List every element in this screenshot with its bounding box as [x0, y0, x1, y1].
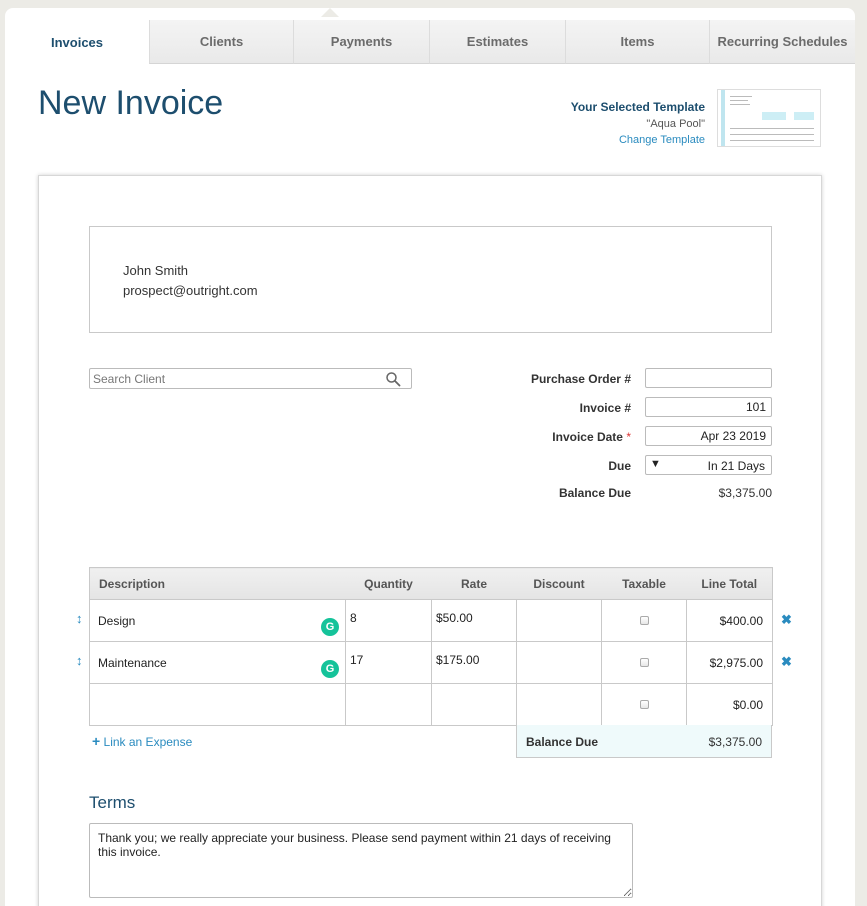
thumb-line	[730, 100, 748, 101]
thumb-line	[730, 128, 814, 129]
due-label: Due	[608, 459, 631, 473]
rate-cell[interactable]: $50.00	[431, 599, 517, 642]
invoice-date-input[interactable]	[645, 426, 772, 446]
search-client-input[interactable]	[90, 369, 370, 388]
client-email: prospect@outright.com	[123, 283, 258, 298]
taxable-checkbox[interactable]	[639, 699, 649, 709]
change-template-link[interactable]: Change Template	[571, 134, 705, 146]
taxable-cell	[601, 683, 687, 726]
required-marker: *	[626, 430, 631, 444]
header-taxable: Taxable	[601, 567, 687, 600]
quantity-cell[interactable]: 8	[345, 599, 432, 642]
invoice-date-label-text: Invoice Date	[552, 430, 623, 444]
taxable-checkbox[interactable]	[639, 615, 649, 625]
thumb-stripe	[721, 90, 725, 146]
header-description: Description	[89, 567, 346, 600]
thumb-line	[730, 96, 752, 97]
template-thumbnail[interactable]	[717, 89, 821, 147]
line-total-cell: $0.00	[686, 683, 773, 726]
terms-heading: Terms	[89, 793, 136, 812]
link-expense-label: Link an Expense	[103, 735, 193, 749]
discount-cell[interactable]	[516, 599, 602, 642]
line-total-cell: $2,975.00	[686, 641, 773, 684]
due-value: In 21 Days	[707, 459, 765, 473]
app-window: Invoices Clients Payments Estimates Item…	[5, 8, 855, 906]
tab-payments[interactable]: Payments	[293, 20, 429, 64]
discount-cell[interactable]	[516, 641, 602, 684]
search-client-box	[89, 368, 412, 389]
remove-row-icon[interactable]: ✖	[781, 612, 792, 628]
thumb-block	[794, 112, 814, 120]
link-expense-link[interactable]: + Link an Expense	[92, 733, 192, 749]
plus-icon: +	[92, 733, 101, 749]
line-items-table: Description Quantity Rate Discount Taxab…	[89, 567, 773, 726]
page-title: New Invoice	[38, 84, 224, 122]
description-text: Design	[98, 613, 136, 628]
invoice-card: John Smith prospect@outright.com Purchas…	[38, 175, 822, 906]
quantity-cell[interactable]: 17	[345, 641, 432, 684]
drag-handle-icon[interactable]: ↕	[76, 611, 83, 626]
header-line-total: Line Total	[686, 567, 773, 600]
description-cell[interactable]: Maintenance G	[89, 641, 346, 684]
tab-notch	[321, 8, 339, 17]
header-rate: Rate	[431, 567, 517, 600]
description-cell[interactable]: Design G	[89, 599, 346, 642]
tab-recurring-schedules[interactable]: Recurring Schedules	[709, 20, 855, 64]
table-row: Maintenance G 17 $175.00 $2,975.00	[89, 641, 773, 684]
client-name: John Smith	[123, 263, 189, 278]
main-tabs: Invoices Clients Payments Estimates Item…	[5, 20, 855, 64]
taxable-cell	[601, 641, 687, 684]
taxable-cell	[601, 599, 687, 642]
thumb-line	[730, 140, 814, 141]
summary-balance-label: Balance Due	[526, 735, 599, 749]
invoice-number-input[interactable]	[645, 397, 772, 417]
table-row: $0.00	[89, 683, 773, 726]
purchase-order-label: Purchase Order #	[530, 372, 631, 386]
thumb-line	[730, 104, 750, 105]
template-label: Your Selected Template	[570, 100, 705, 114]
drag-handle-icon[interactable]: ↕	[76, 653, 83, 668]
purchase-order-input[interactable]	[645, 368, 772, 388]
client-address-box[interactable]: John Smith prospect@outright.com	[89, 226, 772, 333]
thumb-line	[730, 134, 814, 135]
header-quantity: Quantity	[345, 567, 432, 600]
template-info: Your Selected Template "Aqua Pool" Chang…	[571, 100, 705, 146]
line-total-cell: $400.00	[686, 599, 773, 642]
grammarly-icon[interactable]: G	[321, 660, 339, 678]
summary-balance-value: $3,375.00	[708, 735, 762, 749]
rate-cell[interactable]: $175.00	[431, 641, 517, 684]
invoice-number-label: Invoice #	[579, 401, 631, 415]
remove-row-icon[interactable]: ✖	[781, 654, 792, 670]
terms-textarea[interactable]: Thank you; we really appreciate your bus…	[89, 823, 633, 898]
grammarly-icon[interactable]: G	[321, 618, 339, 636]
chevron-down-icon: ▼	[650, 458, 661, 470]
discount-cell[interactable]	[516, 683, 602, 726]
template-name: "Aqua Pool"	[646, 118, 705, 130]
quantity-cell[interactable]	[345, 683, 432, 726]
taxable-checkbox[interactable]	[639, 657, 649, 667]
search-icon[interactable]	[385, 371, 401, 387]
invoice-date-label: Invoice Date *	[471, 430, 631, 444]
balance-due-label: Balance Due	[558, 486, 631, 500]
description-cell[interactable]	[89, 683, 346, 726]
description-text: Maintenance	[98, 655, 167, 670]
tab-estimates[interactable]: Estimates	[429, 20, 565, 64]
tab-items[interactable]: Items	[565, 20, 709, 64]
tab-clients[interactable]: Clients	[149, 20, 293, 64]
thumb-block	[762, 112, 786, 120]
table-row: Design G 8 $50.00 $400.00	[89, 599, 773, 642]
balance-due-value: $3,375.00	[718, 486, 772, 500]
table-header-row: Description Quantity Rate Discount Taxab…	[89, 567, 773, 600]
rate-cell[interactable]	[431, 683, 517, 726]
header-discount: Discount	[516, 567, 602, 600]
balance-due-summary: Balance Due $3,375.00	[516, 725, 772, 758]
due-select[interactable]: ▼ In 21 Days	[645, 455, 772, 475]
tab-invoices[interactable]: Invoices	[5, 20, 149, 64]
